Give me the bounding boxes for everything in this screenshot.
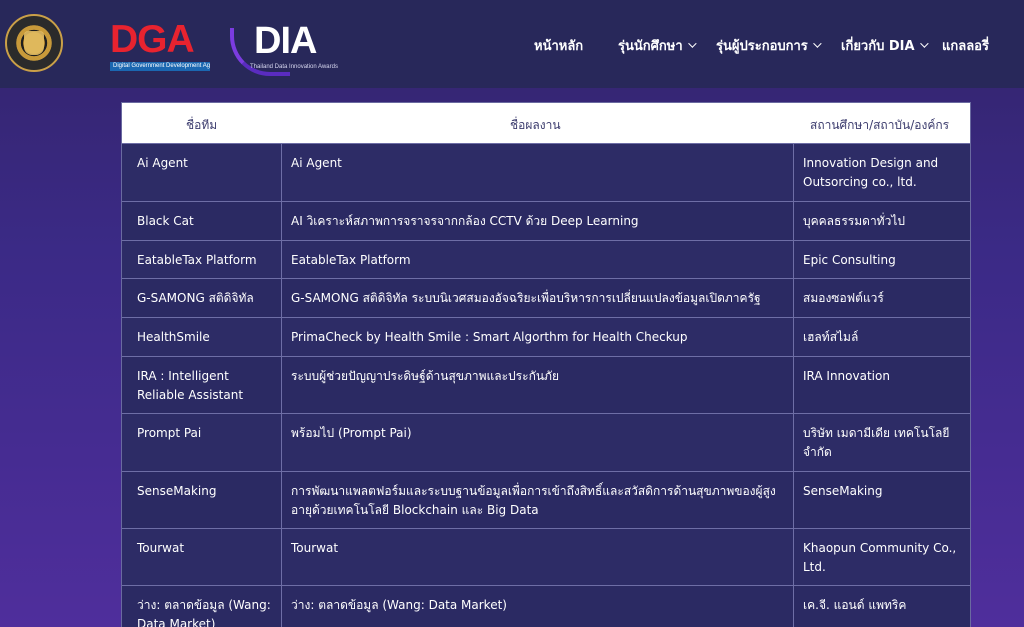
cell-work: Ai Agent (281, 144, 793, 201)
cell-org: สมองซอฟต์แวร์ (793, 279, 970, 317)
cell-team: ว่าง: ตลาดข้อมูล (Wang: Data Market) (137, 598, 271, 627)
team-results-table: ชื่อทีม ชื่อผลงาน สถานศึกษา/สถาบัน/องค์ก… (121, 102, 971, 627)
table-row: Tourwat Tourwat Khaopun Community Co., L… (122, 528, 970, 585)
cell-org: บุคคลธรรมดาทั่วไป (793, 202, 970, 240)
cell-org: บริษัท เมดามีเดีย เทคโนโลยี จำกัด (793, 414, 970, 471)
nav-home[interactable]: หน้าหลัก (534, 36, 583, 54)
dga-logo[interactable]: DGA Digital Government Development Agenc… (110, 20, 214, 74)
nav-entrepreneur-edition[interactable]: รุ่นผู้ประกอบการ (716, 36, 822, 54)
table-row: G-SAMONG สติดิจิทัล G-SAMONG สติดิจิทัล … (122, 278, 970, 317)
dia-logo[interactable]: DIA Thailand Data Innovation Awards (230, 18, 338, 78)
nav-entrepreneur-edition-label: รุ่นผู้ประกอบการ (716, 38, 808, 54)
cell-team: IRA : Intelligent Reliable Assistant (137, 369, 244, 402)
site-header: DGA Digital Government Development Agenc… (0, 0, 1024, 88)
seal-emblem-icon (24, 31, 44, 55)
nav-student-edition-label: รุ่นนักศึกษา (618, 38, 683, 54)
table-row: ว่าง: ตลาดข้อมูล (Wang: Data Market) ว่า… (122, 585, 970, 627)
table-row: SenseMaking การพัฒนาแพลตฟอร์มและระบบฐานข… (122, 471, 970, 528)
table-row: Ai Agent Ai Agent Innovation Design and … (122, 143, 970, 201)
column-header-work: ชื่อผลงาน (510, 118, 561, 132)
cell-team: Tourwat (137, 541, 185, 555)
cell-org: SenseMaking (793, 472, 970, 528)
table-header-row: ชื่อทีม ชื่อผลงาน สถานศึกษา/สถาบัน/องค์ก… (122, 103, 970, 143)
cell-team: Black Cat (137, 214, 194, 228)
cell-work: EatableTax Platform (281, 241, 793, 278)
cell-work: ว่าง: ตลาดข้อมูล (Wang: Data Market) (281, 586, 793, 627)
nav-gallery[interactable]: แกลลอรี่ (942, 36, 989, 54)
nav-home-label: หน้าหลัก (534, 38, 584, 54)
chevron-down-icon (812, 39, 822, 48)
cell-org: Innovation Design and Outsorcing co., lt… (793, 144, 970, 201)
table-row: EatableTax Platform EatableTax Platform … (122, 240, 970, 278)
cell-work: PrimaCheck by Health Smile : Smart Algor… (281, 318, 793, 356)
dga-logo-tagline: Digital Government Development Agency (110, 62, 210, 71)
dia-logo-tagline: Thailand Data Innovation Awards (250, 64, 338, 70)
cell-work: พร้อมไป (Prompt Pai) (281, 414, 793, 471)
cell-team: Prompt Pai (137, 426, 202, 440)
cell-org: เค.จี. แอนด์ แพทริค (793, 586, 970, 627)
column-header-org: สถานศึกษา/สถาบัน/องค์กร (810, 118, 950, 132)
cell-org: เฮลท์สไมล์ (793, 318, 970, 356)
column-header-team: ชื่อทีม (186, 118, 218, 132)
cell-work: Tourwat (281, 529, 793, 585)
table-row: HealthSmile PrimaCheck by Health Smile :… (122, 317, 970, 356)
cell-org: IRA Innovation (793, 357, 970, 413)
dga-logo-text: DGA (110, 18, 195, 61)
table-row: Black Cat AI วิเคราะห์สภาพการจราจรจากกล้… (122, 201, 970, 240)
nav-gallery-label: แกลลอรี่ (942, 38, 989, 54)
government-seal-logo[interactable] (5, 14, 63, 72)
cell-team: HealthSmile (137, 330, 210, 344)
cell-team: Ai Agent (137, 156, 188, 170)
nav-about-dia[interactable]: เกี่ยวกับ DIA (841, 36, 929, 54)
dia-logo-text: DIA (254, 20, 317, 62)
cell-work: การพัฒนาแพลตฟอร์มและระบบฐานข้อมูลเพื่อกา… (281, 472, 793, 528)
table-row: IRA : Intelligent Reliable Assistant ระบ… (122, 356, 970, 413)
cell-work: ระบบผู้ช่วยปัญญาประดิษฐ์ด้านสุขภาพและประ… (281, 357, 793, 413)
chevron-down-icon (919, 39, 929, 48)
nav-student-edition[interactable]: รุ่นนักศึกษา (618, 36, 697, 54)
nav-about-dia-label: เกี่ยวกับ DIA (841, 38, 915, 54)
table-row: Prompt Pai พร้อมไป (Prompt Pai) บริษัท เ… (122, 413, 970, 471)
chevron-down-icon (687, 39, 697, 48)
cell-team: EatableTax Platform (137, 253, 257, 267)
cell-org: Khaopun Community Co., Ltd. (793, 529, 970, 585)
cell-work: AI วิเคราะห์สภาพการจราจรจากกล้อง CCTV ด้… (281, 202, 793, 240)
cell-work: G-SAMONG สติดิจิทัล ระบบนิเวศสมองอัจฉริย… (281, 279, 793, 317)
cell-team: G-SAMONG สติดิจิทัล (137, 291, 254, 305)
cell-team: SenseMaking (137, 484, 217, 498)
cell-org: Epic Consulting (793, 241, 970, 278)
